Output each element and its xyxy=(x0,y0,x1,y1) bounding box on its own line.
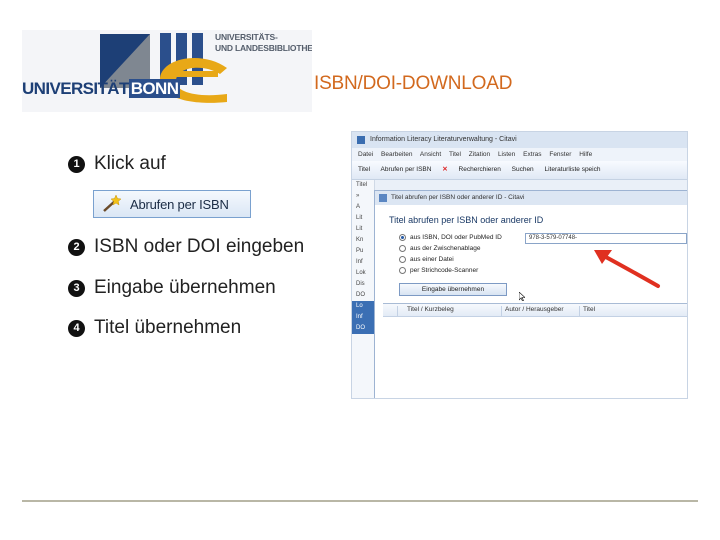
side-item[interactable]: Pu xyxy=(352,246,374,257)
logo-university-name: UNIVERSITÄT BONN xyxy=(22,79,181,98)
step-text: ISBN oder DOI eingeben xyxy=(94,236,305,257)
side-item[interactable]: Lit xyxy=(352,213,374,224)
menu-titel[interactable]: Titel xyxy=(449,151,461,158)
eingabe-uebernehmen-button[interactable]: Eingabe übernehmen xyxy=(399,283,507,296)
toolbar-titel-button[interactable]: Titel xyxy=(358,166,370,173)
step-2: 2 ISBN oder DOI eingeben xyxy=(68,236,304,258)
dialog-icon xyxy=(379,194,387,202)
delete-icon[interactable]: ✕ xyxy=(442,166,447,173)
results-grid: Titel / Kurzbeleg Autor / Herausgeber Ti… xyxy=(383,303,687,398)
side-item[interactable]: A xyxy=(352,202,374,213)
menu-listen[interactable]: Listen xyxy=(498,151,515,158)
radio-icon xyxy=(399,267,406,274)
toolbar-suchen-button[interactable]: Suchen xyxy=(512,166,534,173)
radio-isbn-doi[interactable]: aus ISBN, DOI oder PubMed ID xyxy=(399,234,502,241)
slide-title: ISBN/DOI-DOWNLOAD xyxy=(314,73,513,94)
red-arrow-icon xyxy=(594,250,660,288)
radio-icon xyxy=(399,245,406,252)
menu-ansicht[interactable]: Ansicht xyxy=(420,151,441,158)
step-text: Eingabe übernehmen xyxy=(94,277,276,298)
mouse-cursor-icon xyxy=(519,292,525,301)
citavi-side-panel: Titel » A Lit Lit Kn Pu Inf Lok Dis DO L… xyxy=(352,180,375,398)
footer-divider xyxy=(22,500,698,502)
menu-zitation[interactable]: Zitation xyxy=(469,151,490,158)
toolbar-recherchieren-button[interactable]: Recherchieren xyxy=(459,166,501,173)
logo-library-name: UNIVERSITÄTS- UND LANDESBIBLIOTHEK xyxy=(215,32,312,53)
isbn-input[interactable]: 978-3-579-07748- xyxy=(525,233,687,244)
step-number-icon: 4 xyxy=(68,319,85,337)
step-text: Titel übernehmen xyxy=(94,317,242,338)
citavi-menubar: Datei Bearbeiten Ansicht Titel Zitation … xyxy=(352,148,687,161)
step-number-icon: 2 xyxy=(68,238,85,256)
radio-file[interactable]: aus einer Datei xyxy=(399,256,454,263)
citavi-screenshot: Information Literacy Literaturverwaltung… xyxy=(351,131,688,399)
menu-bearbeiten[interactable]: Bearbeiten xyxy=(381,151,412,158)
radio-barcode-scanner[interactable]: per Strichcode-Scanner xyxy=(399,267,478,274)
side-item-selected[interactable]: Lo xyxy=(352,301,374,312)
step-1: 1 Klick auf xyxy=(68,153,166,175)
radio-clipboard[interactable]: aus der Zwischenablage xyxy=(399,245,480,252)
menu-extras[interactable]: Extras xyxy=(523,151,541,158)
radio-icon xyxy=(399,256,406,263)
citavi-toolbar: Titel Abrufen per ISBN ✕ Recherchieren S… xyxy=(352,161,687,180)
step-4: 4 Titel übernehmen xyxy=(68,317,241,339)
column-header[interactable]: Autor / Herausgeber xyxy=(505,306,564,313)
step-3: 3 Eingabe übernehmen xyxy=(68,277,276,299)
side-item[interactable]: Kn xyxy=(352,235,374,246)
side-item[interactable]: Inf xyxy=(352,257,374,268)
side-item[interactable]: Lit xyxy=(352,224,374,235)
radio-selected-icon xyxy=(399,234,406,241)
abrufen-per-isbn-button[interactable]: Abrufen per ISBN xyxy=(93,190,251,218)
magic-wand-icon xyxy=(103,194,122,212)
toolbar-literaturliste-button[interactable]: Literaturliste speich xyxy=(544,166,600,173)
citavi-app-icon xyxy=(357,136,365,144)
side-item[interactable]: » xyxy=(352,191,374,202)
citavi-window-title: Information Literacy Literaturverwaltung… xyxy=(352,132,687,148)
toolbar-abrufen-isbn-button[interactable]: Abrufen per ISBN xyxy=(381,166,432,173)
university-logo: UNIVERSITÄT BONN UNIVERSITÄTS- UND LANDES… xyxy=(22,30,312,112)
menu-hilfe[interactable]: Hilfe xyxy=(579,151,592,158)
menu-datei[interactable]: Datei xyxy=(358,151,373,158)
dialog-title-bar: Titel abrufen per ISBN oder anderer ID -… xyxy=(375,191,687,205)
side-item[interactable]: Dis xyxy=(352,279,374,290)
menu-fenster[interactable]: Fenster xyxy=(549,151,571,158)
step-number-icon: 3 xyxy=(68,279,85,297)
dialog-heading: Titel abrufen per ISBN oder anderer ID xyxy=(389,215,544,225)
column-header[interactable]: Titel xyxy=(583,306,595,313)
button-label: Abrufen per ISBN xyxy=(130,196,229,212)
side-item-selected[interactable]: DO xyxy=(352,323,374,334)
side-item[interactable]: DO xyxy=(352,290,374,301)
column-header[interactable]: Titel / Kurzbeleg xyxy=(407,306,454,313)
step-text: Klick auf xyxy=(94,153,166,174)
side-item[interactable]: Lok xyxy=(352,268,374,279)
step-number-icon: 1 xyxy=(68,155,85,173)
isbn-dialog: Titel abrufen per ISBN oder anderer ID -… xyxy=(374,190,687,398)
results-grid-header: Titel / Kurzbeleg Autor / Herausgeber Ti… xyxy=(383,304,687,317)
side-item-selected[interactable]: Inf xyxy=(352,312,374,323)
side-item[interactable]: Titel xyxy=(352,180,374,191)
